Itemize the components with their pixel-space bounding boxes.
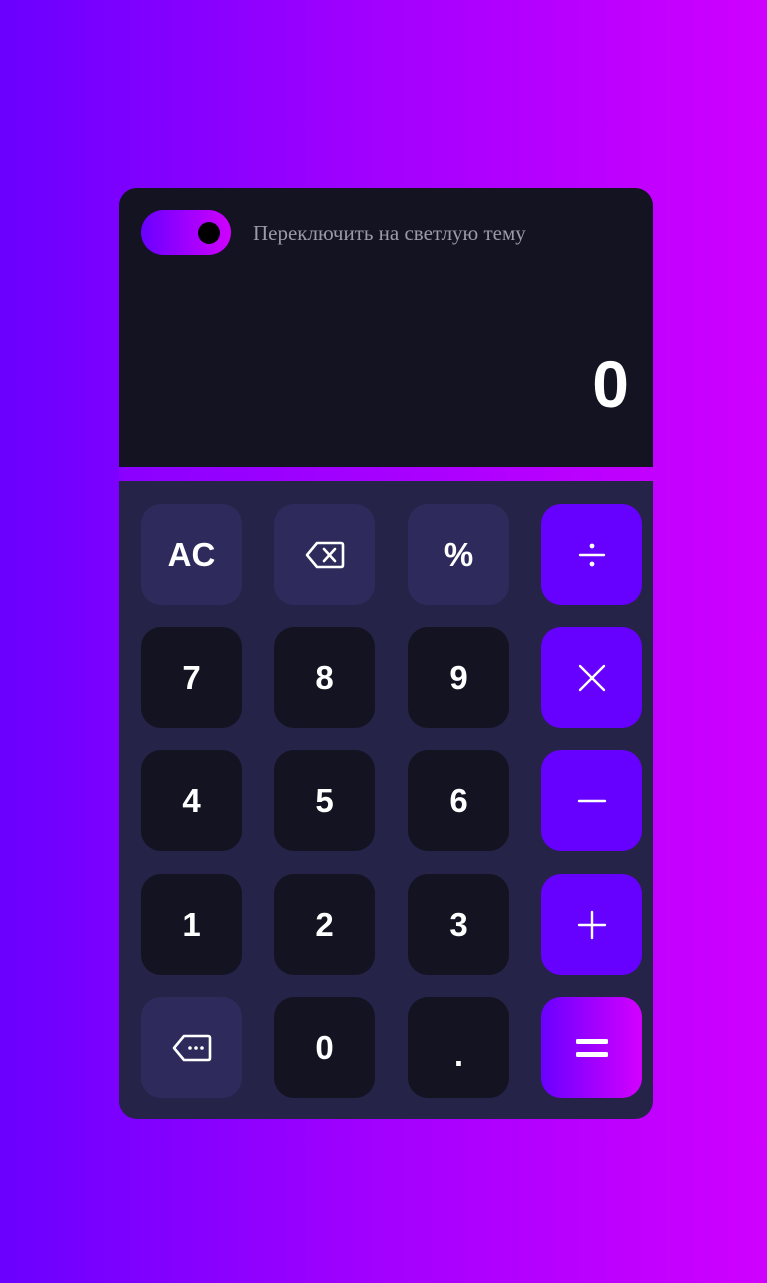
more-options-button[interactable] bbox=[141, 997, 242, 1098]
backspace-button[interactable] bbox=[274, 504, 375, 605]
eight-label: 8 bbox=[315, 658, 334, 696]
display-divider bbox=[119, 467, 653, 481]
six-button[interactable]: 6 bbox=[408, 750, 509, 851]
display-value: 0 bbox=[592, 347, 629, 421]
decimal-button[interactable]: . bbox=[408, 997, 509, 1098]
one-label: 1 bbox=[182, 905, 201, 943]
divide-button[interactable] bbox=[541, 504, 642, 605]
percent-button[interactable]: % bbox=[408, 504, 509, 605]
decimal-label: . bbox=[453, 1035, 464, 1073]
four-button[interactable]: 4 bbox=[141, 750, 242, 851]
divide-icon bbox=[577, 540, 607, 570]
calculator: Переключить на светлую тему 0 AC % 7 8 9… bbox=[119, 188, 653, 1119]
seven-label: 7 bbox=[182, 658, 201, 696]
five-label: 5 bbox=[315, 781, 334, 819]
six-label: 6 bbox=[449, 781, 468, 819]
ac-button[interactable]: AC bbox=[141, 504, 242, 605]
three-button[interactable]: 3 bbox=[408, 874, 509, 975]
equals-button[interactable] bbox=[541, 997, 642, 1098]
multiply-icon bbox=[577, 663, 607, 693]
backspace-icon bbox=[305, 540, 345, 570]
minus-icon bbox=[577, 786, 607, 816]
seven-button[interactable]: 7 bbox=[141, 627, 242, 728]
equals-icon bbox=[575, 1035, 609, 1061]
toggle-knob bbox=[198, 222, 220, 244]
multiply-button[interactable] bbox=[541, 627, 642, 728]
minus-button[interactable] bbox=[541, 750, 642, 851]
ac-label: AC bbox=[167, 535, 216, 573]
two-button[interactable]: 2 bbox=[274, 874, 375, 975]
nine-button[interactable]: 9 bbox=[408, 627, 509, 728]
plus-button[interactable] bbox=[541, 874, 642, 975]
plus-icon bbox=[577, 910, 607, 940]
theme-toggle-label: Переключить на светлую тему bbox=[253, 221, 526, 245]
nine-label: 9 bbox=[449, 658, 468, 696]
zero-button[interactable]: 0 bbox=[274, 997, 375, 1098]
display-panel: Переключить на светлую тему 0 bbox=[119, 188, 653, 467]
more-options-icon bbox=[172, 1033, 212, 1063]
four-label: 4 bbox=[182, 781, 201, 819]
five-button[interactable]: 5 bbox=[274, 750, 375, 851]
percent-label: % bbox=[443, 535, 474, 573]
one-button[interactable]: 1 bbox=[141, 874, 242, 975]
zero-label: 0 bbox=[315, 1028, 334, 1066]
two-label: 2 bbox=[315, 905, 334, 943]
three-label: 3 bbox=[449, 905, 468, 943]
theme-toggle[interactable] bbox=[141, 210, 231, 255]
eight-button[interactable]: 8 bbox=[274, 627, 375, 728]
